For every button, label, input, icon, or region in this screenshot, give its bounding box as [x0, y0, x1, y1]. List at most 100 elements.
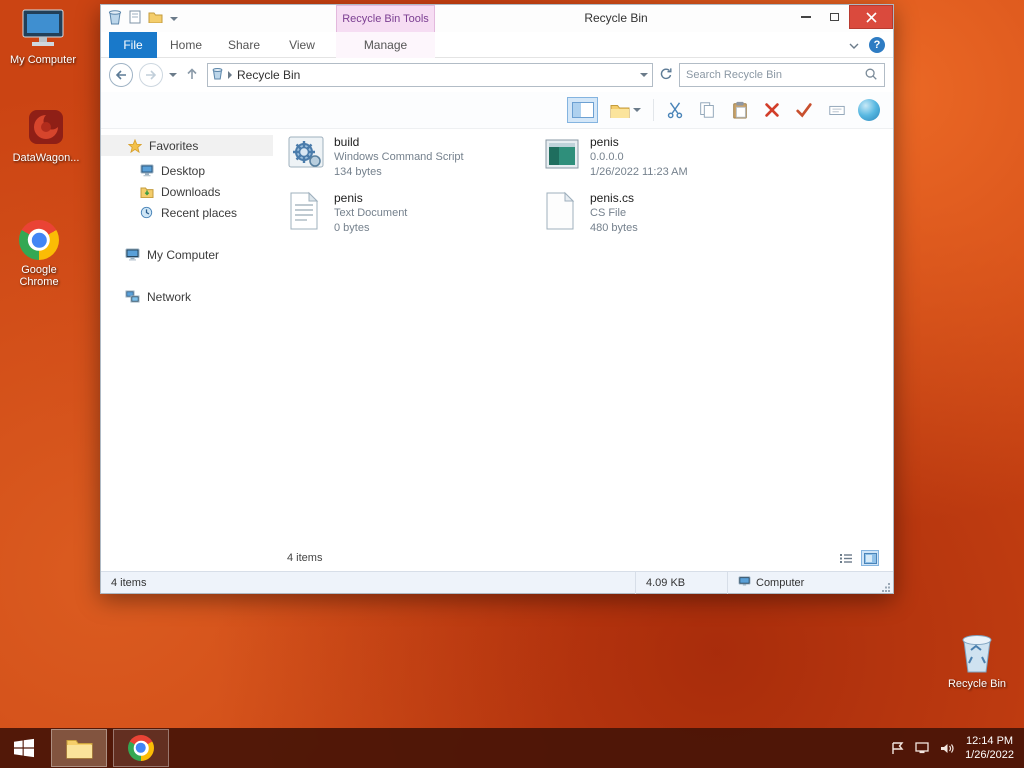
tab-view[interactable]: View [273, 32, 331, 58]
copy-button[interactable] [696, 97, 719, 123]
shell-button[interactable] [858, 97, 881, 123]
sidebar-item-label: Recent places [161, 205, 238, 220]
search-icon[interactable] [864, 67, 878, 84]
new-folder-caret-icon [633, 108, 642, 112]
expand-ribbon-chevron-icon[interactable] [849, 38, 859, 52]
file-size: 480 bytes [590, 222, 638, 234]
file-name: penis.cs [590, 191, 635, 205]
close-button[interactable] [849, 5, 893, 29]
qat-customize-caret-icon[interactable] [170, 16, 178, 21]
file-explorer-icon [66, 740, 92, 759]
cut-icon [667, 102, 683, 119]
file-list[interactable]: build Windows Command Script 134 bytes p… [273, 129, 893, 571]
view-toggles [837, 550, 879, 566]
desktop-icon-google-chrome[interactable]: Google Chrome [2, 220, 76, 288]
new-folder-button[interactable] [607, 97, 644, 123]
windows-logo-icon [14, 738, 34, 758]
desktop-icon-recycle-bin[interactable]: Recycle Bin [940, 630, 1014, 690]
refresh-button[interactable] [659, 67, 673, 84]
window-controls [791, 5, 893, 29]
action-center-flag-icon[interactable] [891, 741, 904, 755]
forward-button[interactable] [139, 63, 163, 87]
text-document-icon [287, 191, 325, 231]
delete-button[interactable] [760, 97, 783, 123]
help-icon[interactable]: ? [869, 37, 885, 53]
resize-grip[interactable] [877, 572, 893, 594]
maximize-button[interactable] [820, 5, 849, 29]
application-icon [543, 135, 581, 175]
taskbar-button-file-explorer[interactable] [51, 729, 107, 767]
sidebar-item-label: Downloads [161, 184, 221, 199]
contextual-tab-recycle-bin-tools[interactable]: Recycle Bin Tools [336, 5, 435, 32]
computer-icon [125, 248, 140, 261]
file-item-penis-txt[interactable]: penis Text Document 0 bytes [287, 191, 531, 241]
file-type: Text Document [334, 207, 408, 219]
command-script-icon [287, 135, 325, 175]
large-icons-view-button[interactable] [861, 550, 879, 566]
desktop-icon-my-computer[interactable]: My Computer [6, 8, 80, 66]
sidebar-item-recent-places[interactable]: Recent places [101, 202, 273, 223]
desktop-icon-datawagon[interactable]: DataWagon... [4, 106, 88, 164]
datawagon-icon [4, 106, 88, 148]
recent-locations-caret-icon[interactable] [169, 73, 177, 77]
network-tray-icon[interactable] [915, 742, 929, 754]
quick-access-toolbar [108, 5, 178, 32]
file-size: 0 bytes [334, 222, 370, 234]
up-button[interactable] [186, 67, 198, 83]
new-folder-icon [610, 104, 630, 118]
taskbar: 12:14 PM 1/26/2022 [0, 728, 1024, 768]
volume-icon[interactable] [940, 742, 954, 755]
tab-home[interactable]: Home [157, 32, 215, 58]
cut-button[interactable] [663, 97, 686, 123]
downloads-icon [139, 186, 154, 198]
preview-pane-icon [571, 102, 594, 118]
preview-pane-button[interactable] [567, 97, 599, 123]
file-name: penis [334, 191, 363, 205]
rename-button[interactable] [825, 97, 848, 123]
qat-new-folder-icon[interactable] [148, 11, 163, 26]
paste-icon [732, 101, 747, 119]
status-location-label: Computer [756, 576, 805, 589]
address-bar[interactable]: Recycle Bin [207, 63, 653, 87]
file-item-penis-cs[interactable]: penis.cs CS File 480 bytes [543, 191, 787, 241]
file-type: Windows Command Script [334, 151, 464, 163]
search-box[interactable] [679, 63, 885, 87]
toolbar-separator [653, 99, 655, 121]
minimize-button[interactable] [791, 5, 820, 29]
file-item-penis-app[interactable]: penis 0.0.0.0 1/26/2022 11:23 AM [543, 135, 787, 185]
tab-manage[interactable]: Manage [336, 32, 435, 58]
address-recycle-bin-icon [212, 67, 223, 83]
status-total-size: 4.09 KB [635, 571, 727, 594]
sidebar-item-network[interactable]: Network [101, 286, 273, 307]
network-icon [125, 290, 140, 303]
sidebar-item-label: Network [147, 289, 192, 304]
qat-properties-icon[interactable] [129, 10, 141, 27]
confirm-button[interactable] [793, 97, 816, 123]
address-dropdown-caret-icon[interactable] [640, 73, 648, 77]
delete-x-icon [765, 103, 779, 117]
details-view-button[interactable] [837, 550, 855, 566]
tab-share[interactable]: Share [215, 32, 273, 58]
taskbar-clock[interactable]: 12:14 PM 1/26/2022 [965, 734, 1014, 762]
paste-button[interactable] [728, 97, 751, 123]
desktop-icon-label: DataWagon... [12, 152, 80, 164]
explorer-window: Recycle Bin Tools Recycle Bin File Home … [100, 4, 894, 594]
taskbar-button-chrome[interactable] [113, 729, 169, 767]
sidebar-item-desktop[interactable]: Desktop [101, 160, 273, 181]
start-button[interactable] [0, 728, 48, 768]
title-bar[interactable]: Recycle Bin Tools Recycle Bin [101, 5, 893, 32]
desktop-icon-label: Google Chrome [19, 264, 59, 288]
tab-file[interactable]: File [109, 32, 157, 58]
ribbon-tab-row: File Home Share View Manage ? [101, 32, 893, 58]
file-item-build[interactable]: build Windows Command Script 134 bytes [287, 135, 531, 185]
sidebar-item-favorites[interactable]: Favorites [101, 135, 273, 156]
search-input[interactable] [686, 69, 860, 81]
sidebar-item-my-computer[interactable]: My Computer [101, 244, 273, 265]
breadcrumb-chevron-icon[interactable] [228, 71, 232, 79]
clock-date: 1/26/2022 [965, 749, 1014, 761]
breadcrumb-location[interactable]: Recycle Bin [237, 68, 300, 82]
back-button[interactable] [109, 63, 133, 87]
status-computer-icon [738, 575, 751, 590]
file-name: penis [590, 135, 619, 149]
sidebar-item-downloads[interactable]: Downloads [101, 181, 273, 202]
